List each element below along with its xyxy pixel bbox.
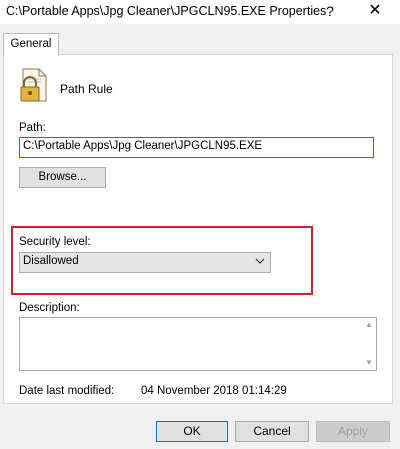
cancel-button[interactable]: Cancel: [235, 421, 309, 442]
date-modified-value: 04 November 2018 01:14:29: [141, 385, 287, 397]
scroll-up-icon[interactable]: ▲: [365, 321, 373, 329]
path-field[interactable]: C:\Portable Apps\Jpg Cleaner\JPGCLN95.EX…: [19, 137, 374, 158]
security-level-label: Security level:: [19, 236, 91, 248]
description-label: Description:: [19, 302, 80, 314]
browse-button[interactable]: Browse...: [19, 167, 106, 188]
security-level-select[interactable]: Disallowed: [19, 252, 271, 273]
scroll-down-icon[interactable]: ▼: [365, 359, 373, 367]
help-button[interactable]: ?: [318, 0, 342, 22]
apply-button[interactable]: Apply: [316, 421, 390, 442]
path-label: Path:: [19, 122, 46, 134]
rule-type-title: Path Rule: [60, 82, 113, 96]
date-modified-label: Date last modified:: [19, 385, 115, 397]
close-button[interactable]: ✕: [362, 0, 388, 22]
chevron-down-icon: [255, 258, 265, 264]
title-bar: C:\Portable Apps\Jpg Cleaner\JPGCLN95.EX…: [0, 0, 400, 24]
ok-button[interactable]: OK: [156, 421, 228, 442]
description-scrollbar[interactable]: ▲ ▼: [361, 318, 376, 370]
tab-general[interactable]: General: [3, 33, 59, 56]
document-lock-icon: [20, 68, 47, 102]
dialog-client-area: General Path Rule Path: C:\Portable Apps…: [0, 24, 400, 449]
description-field[interactable]: ▲ ▼: [19, 317, 377, 371]
window-title: C:\Portable Apps\Jpg Cleaner\JPGCLN95.EX…: [6, 4, 327, 18]
security-level-value: Disallowed: [23, 255, 79, 267]
general-tab-panel: Path Rule Path: C:\Portable Apps\Jpg Cle…: [3, 54, 393, 404]
